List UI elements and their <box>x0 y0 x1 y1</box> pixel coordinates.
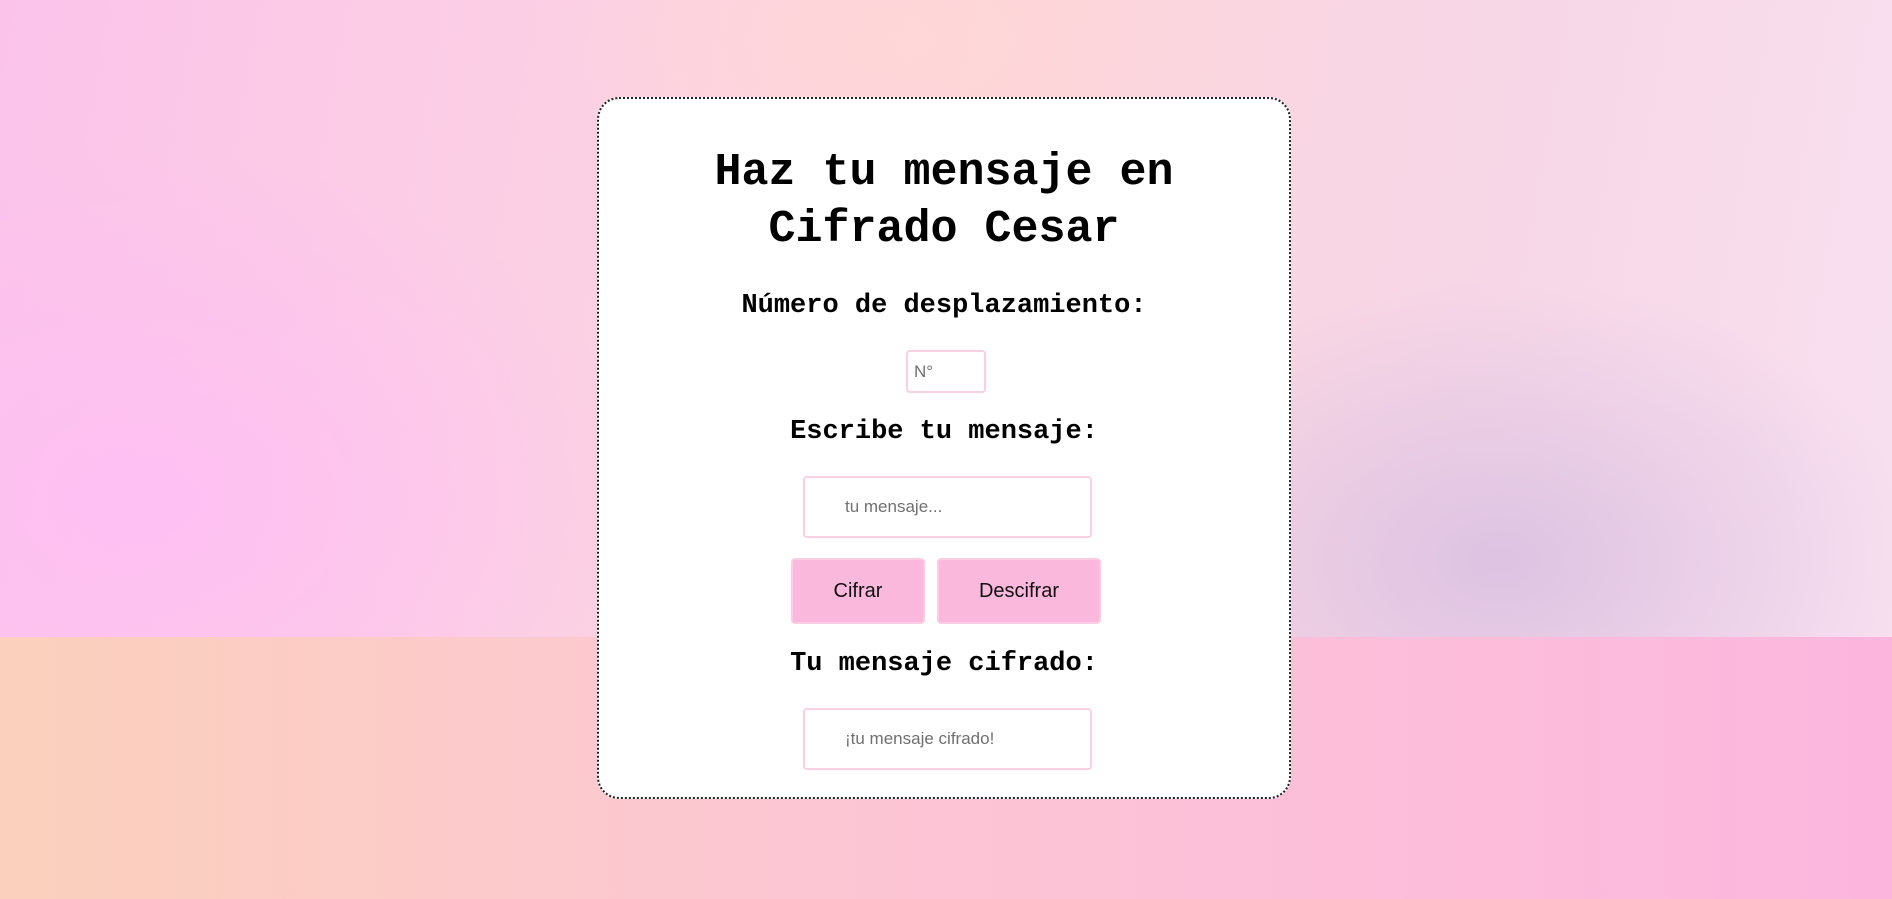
cipher-card: Haz tu mensaje en Cifrado Cesar Número de… <box>597 97 1291 799</box>
decrypt-button[interactable]: Descifrar <box>937 558 1101 624</box>
output-label: Tu mensaje cifrado: <box>790 649 1098 679</box>
page-title: Haz tu mensaje en Cifrado Cesar <box>599 144 1289 258</box>
message-input[interactable] <box>803 476 1092 538</box>
shift-label: Número de desplazamiento: <box>741 291 1147 321</box>
page-title-line-1: Haz tu mensaje en <box>714 147 1174 198</box>
encrypt-button[interactable]: Cifrar <box>791 558 925 624</box>
page-title-line-2: Cifrado Cesar <box>768 204 1120 255</box>
message-label: Escribe tu mensaje: <box>790 417 1098 447</box>
output-field[interactable] <box>803 708 1092 770</box>
shift-number-input[interactable] <box>906 350 986 393</box>
